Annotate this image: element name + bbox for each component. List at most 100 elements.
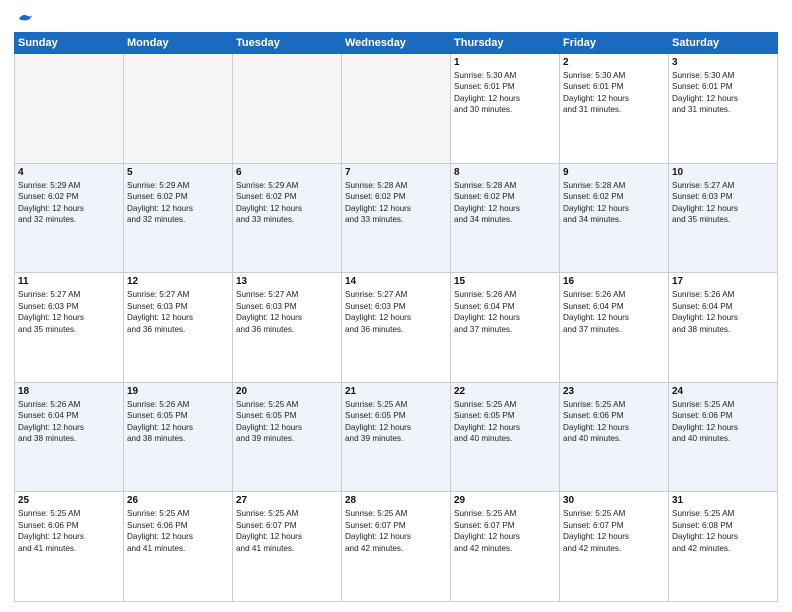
calendar-cell: 28 Sunrise: 5:25 AM Sunset: 6:07 PM Dayli… [342,492,451,602]
day-info: Sunrise: 5:30 AM Sunset: 6:01 PM Dayligh… [672,70,774,116]
page: SundayMondayTuesdayWednesdayThursdayFrid… [0,0,792,612]
day-number: 17 [672,276,774,287]
calendar-cell: 8 Sunrise: 5:28 AM Sunset: 6:02 PM Daylig… [451,163,560,273]
calendar-cell: 27Sunrise: 5:25 AM Sunset: 6:07 PM Dayli… [233,492,342,602]
day-number: 4 [18,167,120,178]
day-info: Sunrise: 5:26 AM Sunset: 6:04 PM Dayligh… [563,289,665,335]
calendar-cell: 18 Sunrise: 5:26 AM Sunset: 6:04 PM Dayli… [15,382,124,492]
day-number: 19 [127,386,229,397]
day-info: Sunrise: 5:25 AM Sunset: 6:05 PM Dayligh… [236,399,338,445]
calendar-cell: 20 Sunrise: 5:25 AM Sunset: 6:05 PM Dayli… [233,382,342,492]
calendar-cell: 15 Sunrise: 5:26 AM Sunset: 6:04 PM Dayli… [451,273,560,383]
day-number: 10 [672,167,774,178]
calendar-week-5: 25 Sunrise: 5:25 AM Sunset: 6:06 PM Dayli… [15,492,778,602]
day-info: Sunrise: 5:26 AM Sunset: 6:04 PM Dayligh… [18,399,120,445]
calendar-cell: 22 Sunrise: 5:25 AM Sunset: 6:05 PM Dayli… [451,382,560,492]
calendar-cell: 11 Sunrise: 5:27 AM Sunset: 6:03 PM Dayli… [15,273,124,383]
day-info: Sunrise: 5:26 AM Sunset: 6:04 PM Dayligh… [454,289,556,335]
day-number: 8 [454,167,556,178]
day-info: Sunrise: 5:27 AM Sunset: 6:03 PM Dayligh… [345,289,447,335]
calendar-week-2: 4 Sunrise: 5:29 AM Sunset: 6:02 PM Daylig… [15,163,778,273]
day-number: 26 [127,495,229,506]
calendar-cell [233,54,342,164]
day-info: Sunrise: 5:25 AM Sunset: 6:05 PM Dayligh… [454,399,556,445]
day-info: Sunrise: 5:30 AM Sunset: 6:01 PM Dayligh… [454,70,556,116]
calendar-cell: 26 Sunrise: 5:25 AM Sunset: 6:06 PM Dayli… [124,492,233,602]
calendar-cell [342,54,451,164]
day-info: Sunrise: 5:26 AM Sunset: 6:04 PM Dayligh… [672,289,774,335]
calendar-cell: 14 Sunrise: 5:27 AM Sunset: 6:03 PM Dayli… [342,273,451,383]
day-number: 3 [672,57,774,68]
calendar-cell: 17 Sunrise: 5:26 AM Sunset: 6:04 PM Dayli… [669,273,778,383]
day-number: 12 [127,276,229,287]
day-number: 15 [454,276,556,287]
calendar-table: SundayMondayTuesdayWednesdayThursdayFrid… [14,32,778,602]
day-info: Sunrise: 5:27 AM Sunset: 6:03 PM Dayligh… [672,180,774,226]
logo [14,10,34,28]
day-number: 18 [18,386,120,397]
day-info: Sunrise: 5:30 AM Sunset: 6:01 PM Dayligh… [563,70,665,116]
calendar-cell: 3 Sunrise: 5:30 AM Sunset: 6:01 PM Daylig… [669,54,778,164]
day-info: Sunrise: 5:29 AM Sunset: 6:02 PM Dayligh… [18,180,120,226]
day-info: Sunrise: 5:28 AM Sunset: 6:02 PM Dayligh… [345,180,447,226]
day-info: Sunrise: 5:25 AM Sunset: 6:07 PM Dayligh… [563,508,665,554]
day-info: Sunrise: 5:27 AM Sunset: 6:03 PM Dayligh… [127,289,229,335]
calendar-week-1: 1 Sunrise: 5:30 AM Sunset: 6:01 PM Daylig… [15,54,778,164]
day-number: 13 [236,276,338,287]
day-number: 11 [18,276,120,287]
day-info: Sunrise: 5:26 AM Sunset: 6:05 PM Dayligh… [127,399,229,445]
calendar-header-wednesday: Wednesday [342,33,451,54]
calendar-header-sunday: Sunday [15,33,124,54]
calendar-cell: 19 Sunrise: 5:26 AM Sunset: 6:05 PM Dayli… [124,382,233,492]
calendar-cell: 10 Sunrise: 5:27 AM Sunset: 6:03 PM Dayli… [669,163,778,273]
day-info: Sunrise: 5:28 AM Sunset: 6:02 PM Dayligh… [454,180,556,226]
day-info: Sunrise: 5:25 AM Sunset: 6:07 PM Dayligh… [345,508,447,554]
header [14,10,778,28]
day-info: Sunrise: 5:29 AM Sunset: 6:02 PM Dayligh… [127,180,229,226]
day-info: Sunrise: 5:25 AM Sunset: 6:07 PM Dayligh… [454,508,556,554]
calendar-header-monday: Monday [124,33,233,54]
day-info: Sunrise: 5:27 AM Sunset: 6:03 PM Dayligh… [18,289,120,335]
day-number: 28 [345,495,447,506]
calendar-header-saturday: Saturday [669,33,778,54]
calendar-cell: 7 Sunrise: 5:28 AM Sunset: 6:02 PM Daylig… [342,163,451,273]
calendar-cell [124,54,233,164]
calendar-cell: 9 Sunrise: 5:28 AM Sunset: 6:02 PM Daylig… [560,163,669,273]
calendar-cell: 30 Sunrise: 5:25 AM Sunset: 6:07 PM Dayli… [560,492,669,602]
day-number: 30 [563,495,665,506]
calendar-header-tuesday: Tuesday [233,33,342,54]
calendar-cell: 16 Sunrise: 5:26 AM Sunset: 6:04 PM Dayli… [560,273,669,383]
day-number: 14 [345,276,447,287]
calendar-cell: 6Sunrise: 5:29 AM Sunset: 6:02 PM Daylig… [233,163,342,273]
day-number: 27 [236,495,338,506]
calendar-cell: 23Sunrise: 5:25 AM Sunset: 6:06 PM Dayli… [560,382,669,492]
day-number: 9 [563,167,665,178]
calendar-cell: 1 Sunrise: 5:30 AM Sunset: 6:01 PM Daylig… [451,54,560,164]
day-info: Sunrise: 5:25 AM Sunset: 6:06 PM Dayligh… [18,508,120,554]
day-number: 20 [236,386,338,397]
calendar-cell: 31Sunrise: 5:25 AM Sunset: 6:08 PM Dayli… [669,492,778,602]
calendar-week-4: 18 Sunrise: 5:26 AM Sunset: 6:04 PM Dayli… [15,382,778,492]
day-info: Sunrise: 5:25 AM Sunset: 6:08 PM Dayligh… [672,508,774,554]
calendar-cell: 13Sunrise: 5:27 AM Sunset: 6:03 PM Dayli… [233,273,342,383]
logo-icon [16,10,34,28]
day-number: 7 [345,167,447,178]
day-number: 2 [563,57,665,68]
calendar-cell: 25 Sunrise: 5:25 AM Sunset: 6:06 PM Dayli… [15,492,124,602]
day-info: Sunrise: 5:29 AM Sunset: 6:02 PM Dayligh… [236,180,338,226]
day-number: 16 [563,276,665,287]
day-number: 1 [454,57,556,68]
day-number: 21 [345,386,447,397]
day-number: 29 [454,495,556,506]
day-number: 23 [563,386,665,397]
day-info: Sunrise: 5:28 AM Sunset: 6:02 PM Dayligh… [563,180,665,226]
calendar-cell: 2 Sunrise: 5:30 AM Sunset: 6:01 PM Daylig… [560,54,669,164]
day-number: 25 [18,495,120,506]
day-number: 22 [454,386,556,397]
calendar-cell [15,54,124,164]
calendar-cell: 21Sunrise: 5:25 AM Sunset: 6:05 PM Dayli… [342,382,451,492]
day-number: 5 [127,167,229,178]
calendar-cell: 24Sunrise: 5:25 AM Sunset: 6:06 PM Dayli… [669,382,778,492]
day-info: Sunrise: 5:25 AM Sunset: 6:06 PM Dayligh… [127,508,229,554]
calendar-cell: 5 Sunrise: 5:29 AM Sunset: 6:02 PM Daylig… [124,163,233,273]
